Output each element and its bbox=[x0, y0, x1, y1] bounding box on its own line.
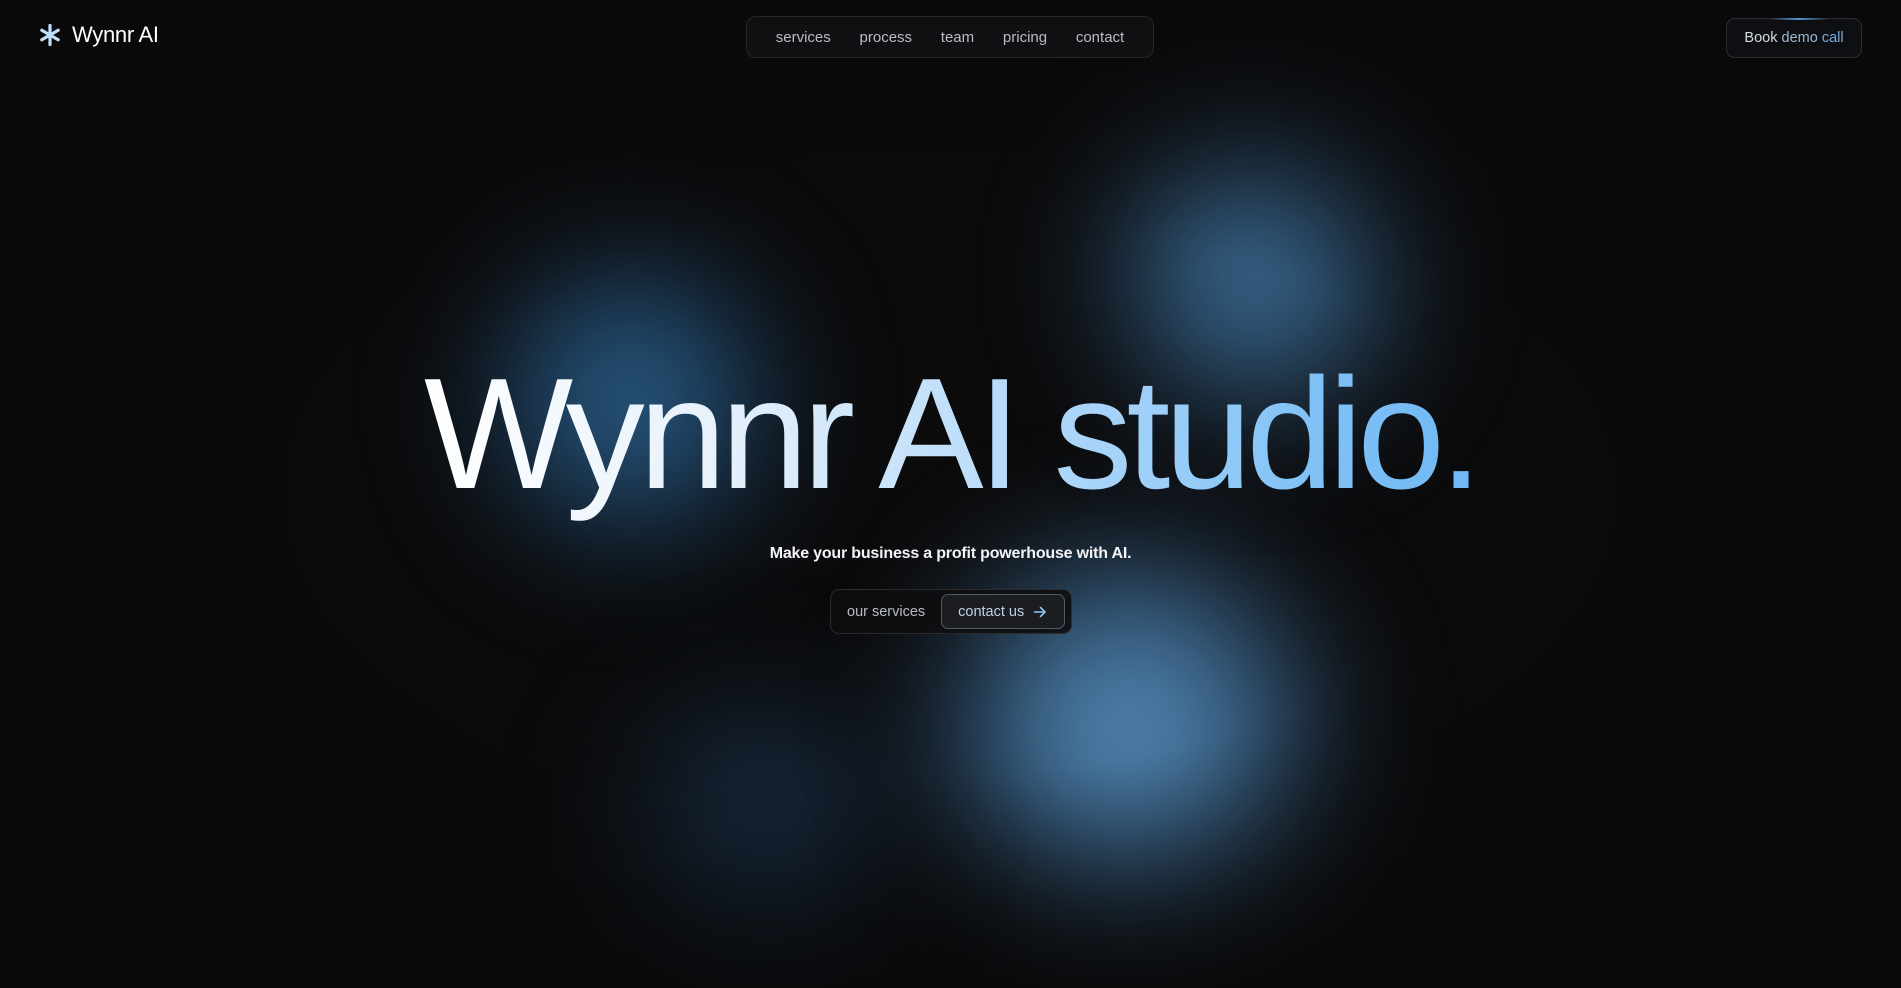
hero-section: Wynnr AI studio. Make your business a pr… bbox=[0, 0, 1901, 988]
our-services-button[interactable]: our services bbox=[847, 604, 925, 620]
hero-subtitle: Make your business a profit powerhouse w… bbox=[769, 545, 1132, 562]
brand-logo-link[interactable]: Wynnr AI bbox=[38, 22, 159, 48]
asterisk-icon bbox=[38, 23, 62, 47]
main-navigation: services process team pricing contact bbox=[746, 16, 1154, 58]
hero-title-text: Wynnr AI studio. bbox=[424, 346, 1483, 522]
nav-item-pricing[interactable]: pricing bbox=[1003, 29, 1047, 46]
contact-us-button[interactable]: contact us bbox=[941, 594, 1066, 629]
nav-item-contact[interactable]: contact bbox=[1076, 29, 1124, 46]
book-demo-call-button[interactable]: Book demo call bbox=[1726, 18, 1862, 58]
site-header: Wynnr AI services process team pricing c… bbox=[0, 0, 1901, 76]
nav-item-services[interactable]: services bbox=[776, 29, 831, 46]
nav-item-team[interactable]: team bbox=[941, 29, 974, 46]
cta-word-demo: demo bbox=[1781, 30, 1818, 46]
nav-item-process[interactable]: process bbox=[860, 29, 913, 46]
hero-title: Wynnr AI studio. bbox=[0, 355, 1901, 513]
hero-action-group: our services contact us bbox=[830, 589, 1072, 634]
cta-word-call: call bbox=[1821, 30, 1844, 46]
arrow-right-icon bbox=[1032, 604, 1048, 620]
brand-name: Wynnr AI bbox=[72, 22, 159, 47]
cta-word-book: Book bbox=[1744, 30, 1778, 46]
contact-us-label: contact us bbox=[958, 603, 1025, 620]
